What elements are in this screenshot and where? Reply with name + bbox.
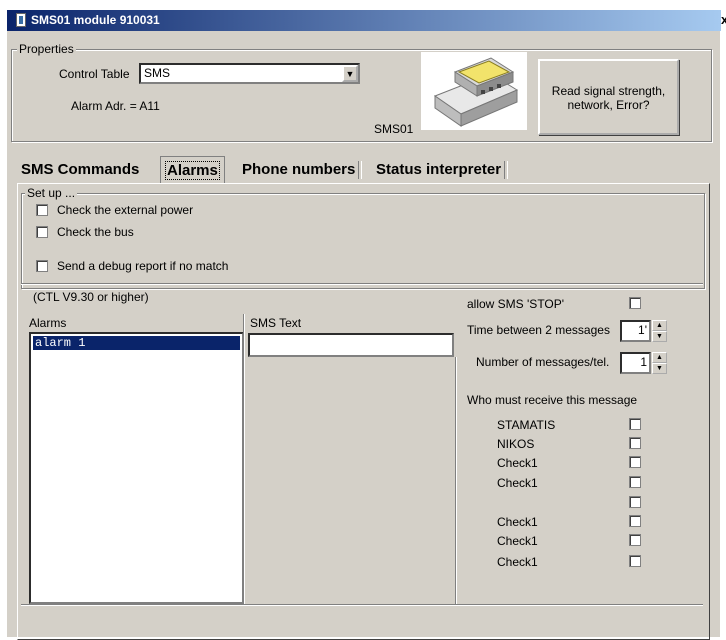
app-icon[interactable] xyxy=(16,13,26,27)
num-messages-value: 1 xyxy=(640,355,647,369)
recipient-name: NIKOS xyxy=(497,437,535,451)
tab-status-interpreter[interactable]: Status interpreter xyxy=(372,158,509,182)
bus-checkbox[interactable] xyxy=(36,226,48,238)
bottom-divider xyxy=(21,604,703,606)
who-receives-label: Who must receive this message xyxy=(467,393,638,407)
sms-text-input[interactable] xyxy=(248,333,454,357)
tab-phone-numbers-label: Phone numbers xyxy=(242,161,356,178)
tab-sms-commands-label: SMS Commands xyxy=(21,161,140,178)
time-between-value: 1' xyxy=(638,323,647,337)
recipient-checkbox[interactable] xyxy=(629,555,641,567)
tab-status-interpreter-label: Status interpreter xyxy=(376,161,502,178)
read-signal-label-2: network, Error? xyxy=(567,98,650,112)
recipient-name: Check1 xyxy=(497,534,538,548)
recipient-checkbox[interactable] xyxy=(629,437,641,449)
num-messages-label: Number of messages/tel. xyxy=(476,355,610,369)
debug-report-label: Send a debug report if no match xyxy=(57,259,229,273)
recipient-checkbox[interactable] xyxy=(629,476,641,488)
alarm-address: Alarm Adr. = A11 xyxy=(71,99,160,113)
recipient-name: Check1 xyxy=(497,515,538,529)
tab-alarms[interactable]: Alarms xyxy=(160,156,225,183)
time-up-icon[interactable]: ▲ xyxy=(652,320,667,331)
dialog-window: SMS01 module 910031 x Properties Control… xyxy=(6,9,726,640)
list-splitter[interactable] xyxy=(243,314,245,604)
title-bar[interactable]: SMS01 module 910031 xyxy=(7,10,721,31)
window-title: SMS01 module 910031 xyxy=(31,13,160,27)
debug-report-checkbox[interactable] xyxy=(36,260,48,272)
lower-divider xyxy=(21,283,703,285)
num-up-icon[interactable]: ▲ xyxy=(652,352,667,363)
control-table-value: SMS xyxy=(144,66,171,80)
chevron-down-icon[interactable]: ▼ xyxy=(342,65,358,82)
device-image xyxy=(421,52,527,130)
recipient-name: Check1 xyxy=(497,555,538,569)
recipient-checkbox[interactable] xyxy=(629,515,641,527)
device-caption: SMS01 xyxy=(374,122,414,136)
list-item[interactable]: alarm 1 xyxy=(33,336,240,350)
alarms-list-header: Alarms xyxy=(29,316,67,330)
num-messages-input[interactable]: 1 xyxy=(620,352,651,374)
recipient-checkbox[interactable] xyxy=(629,534,641,546)
recipient-checkbox[interactable] xyxy=(629,456,641,468)
time-between-input[interactable]: 1' xyxy=(620,320,651,342)
external-power-label: Check the external power xyxy=(57,203,194,217)
read-signal-label-1: Read signal strength, xyxy=(551,84,666,98)
tab-sms-commands[interactable]: SMS Commands xyxy=(17,158,144,182)
recipient-checkbox[interactable] xyxy=(629,496,641,508)
recipient-name: Check1 xyxy=(497,456,538,470)
close-icon[interactable]: x xyxy=(721,12,726,27)
recipient-name: Check1 xyxy=(497,476,538,490)
allow-stop-label: allow SMS 'STOP' xyxy=(467,297,565,311)
properties-label: Properties xyxy=(17,42,76,56)
time-down-icon[interactable]: ▼ xyxy=(652,331,667,342)
read-signal-button[interactable]: Read signal strength, network, Error? xyxy=(538,59,679,135)
recipient-checkbox[interactable] xyxy=(629,418,641,430)
control-table-label: Control Table xyxy=(59,67,130,81)
control-table-select[interactable]: SMS ▼ xyxy=(139,63,360,84)
external-power-checkbox[interactable] xyxy=(36,204,48,216)
num-down-icon[interactable]: ▼ xyxy=(652,363,667,374)
recipient-name: STAMATIS xyxy=(497,418,556,432)
allow-stop-checkbox[interactable] xyxy=(629,297,641,309)
setup-label: Set up ... xyxy=(25,186,78,200)
tab-phone-numbers[interactable]: Phone numbers xyxy=(238,158,363,182)
sms-text-header: SMS Text xyxy=(250,316,302,330)
alarms-list[interactable]: alarm 1 xyxy=(29,332,244,604)
bus-label: Check the bus xyxy=(57,225,134,239)
tab-alarms-label: Alarms xyxy=(165,161,220,180)
sms-right-edge xyxy=(455,357,457,604)
version-note: (CTL V9.30 or higher) xyxy=(33,290,149,304)
time-between-label: Time between 2 messages xyxy=(467,323,610,337)
